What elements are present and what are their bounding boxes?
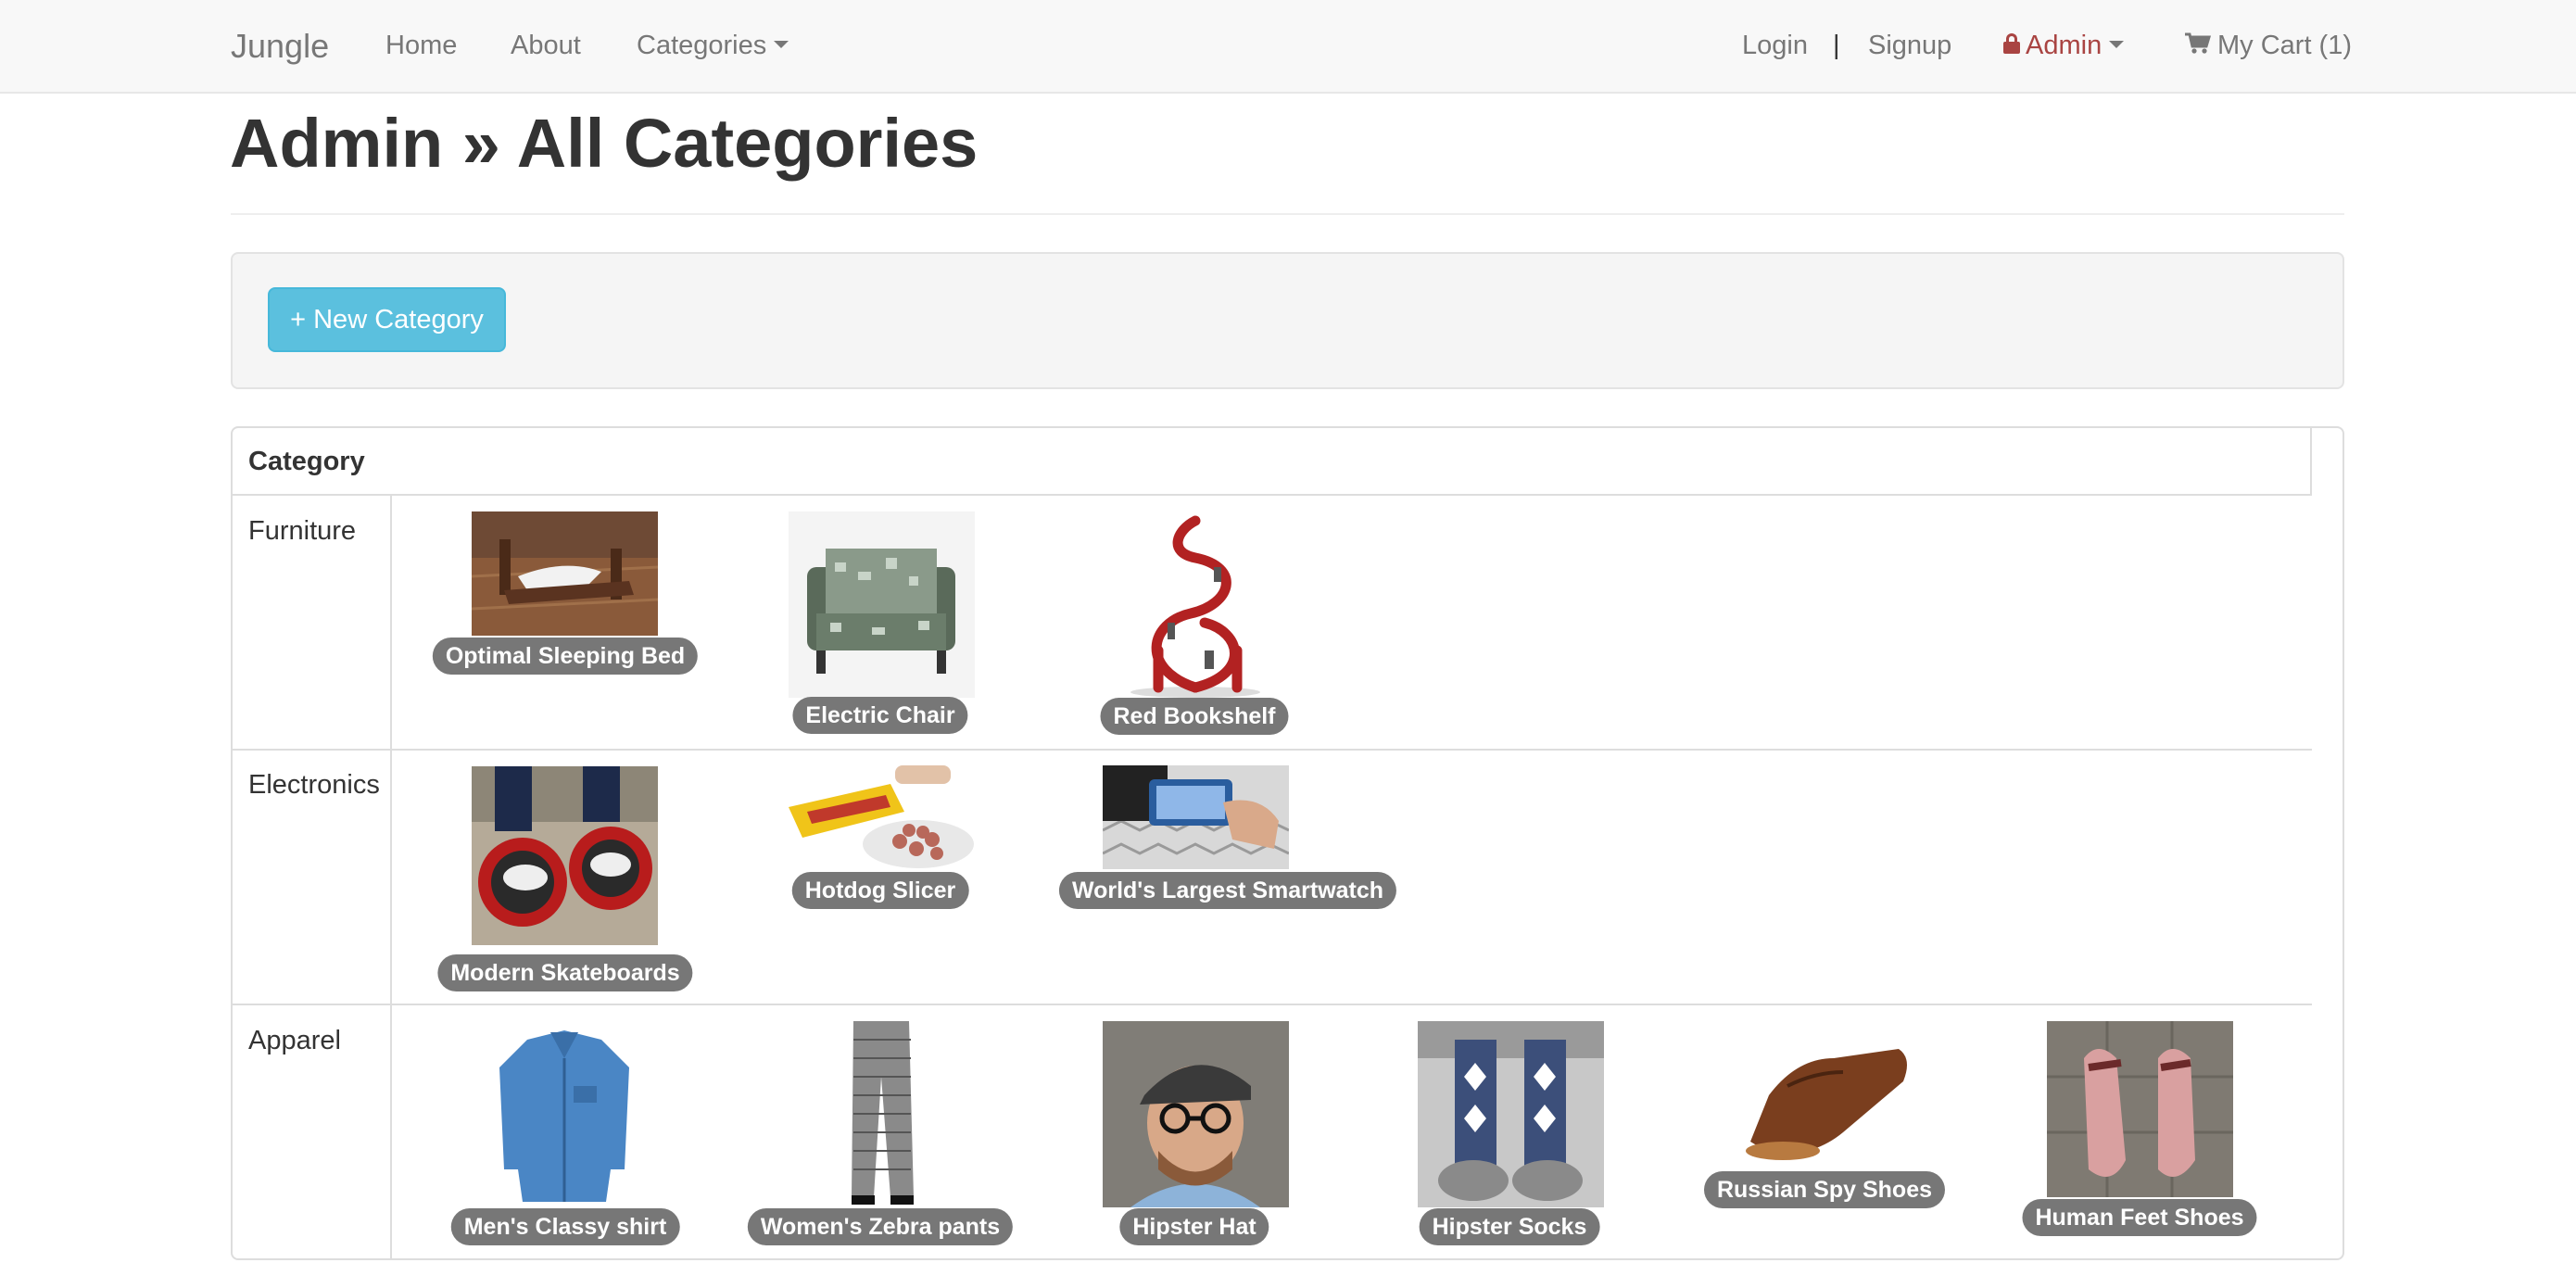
nav-about-link[interactable]: About bbox=[511, 0, 581, 92]
nav-signup-link[interactable]: Signup bbox=[1868, 0, 1951, 92]
product-name-badge: Red Bookshelf bbox=[1100, 698, 1289, 735]
nav-separator: | bbox=[1833, 31, 1840, 60]
product-name-badge: World's Largest Smartwatch bbox=[1058, 872, 1397, 909]
product-image bbox=[2047, 1021, 2233, 1197]
shopping-cart-icon bbox=[2185, 32, 2212, 54]
chevron-down-icon bbox=[774, 41, 789, 49]
product-image bbox=[1103, 765, 1289, 869]
actions-well bbox=[231, 252, 2344, 389]
product-name-badge: Optimal Sleeping Bed bbox=[432, 638, 699, 675]
product-image bbox=[472, 1021, 658, 1207]
product-name-badge: Hipster Hat bbox=[1119, 1208, 1269, 1245]
new-category-button[interactable]: + New Category bbox=[268, 287, 506, 352]
product-image bbox=[1103, 511, 1289, 698]
page-title: Admin » All Categories bbox=[230, 105, 979, 182]
nav-categories-dropdown[interactable]: Categories bbox=[637, 0, 789, 92]
product-image bbox=[1418, 1021, 1604, 1207]
product-image bbox=[1103, 1021, 1289, 1207]
nav-cart-link[interactable]: My Cart (1) bbox=[2184, 0, 2352, 92]
navbar: Jungle Home About Categories Login | Sig… bbox=[0, 0, 2576, 94]
nav-categories-label: Categories bbox=[637, 31, 767, 60]
lock-icon bbox=[2003, 33, 2020, 55]
row-divider bbox=[232, 1004, 2312, 1005]
category-name-electronics: Electronics bbox=[248, 770, 380, 800]
header-divider bbox=[231, 213, 2344, 215]
category-name-furniture: Furniture bbox=[248, 516, 357, 546]
product-name-badge: Women's Zebra pants bbox=[747, 1208, 1014, 1245]
product-image bbox=[789, 511, 975, 698]
product-name-badge: Men's Classy shirt bbox=[450, 1208, 680, 1245]
brand-link[interactable]: Jungle bbox=[231, 0, 329, 92]
product-image bbox=[472, 511, 658, 636]
category-name-apparel: Apparel bbox=[248, 1026, 341, 1055]
nav-home-link[interactable]: Home bbox=[385, 0, 457, 92]
product-name-badge: Hotdog Slicer bbox=[791, 872, 969, 909]
product-name-badge: Hipster Socks bbox=[1419, 1208, 1600, 1245]
row-divider bbox=[232, 749, 2312, 751]
product-image bbox=[789, 1021, 975, 1207]
nav-login-link[interactable]: Login bbox=[1742, 0, 1808, 92]
chevron-down-icon bbox=[2109, 41, 2125, 49]
product-image bbox=[789, 765, 975, 869]
product-name-badge: Russian Spy Shoes bbox=[1703, 1171, 1946, 1208]
product-name-badge: Electric Chair bbox=[792, 697, 968, 734]
product-image bbox=[1732, 1021, 1918, 1169]
table-header bbox=[232, 427, 2312, 496]
product-name-badge: Human Feet Shoes bbox=[2022, 1199, 2257, 1236]
column-divider bbox=[390, 496, 392, 1258]
nav-admin-dropdown[interactable]: Admin bbox=[2003, 0, 2125, 92]
nav-cart-label: My Cart (1) bbox=[2217, 31, 2352, 60]
product-image bbox=[472, 766, 658, 945]
category-column-header: Category bbox=[248, 447, 365, 476]
nav-admin-label: Admin bbox=[2026, 31, 2102, 60]
product-name-badge: Modern Skateboards bbox=[437, 954, 693, 991]
